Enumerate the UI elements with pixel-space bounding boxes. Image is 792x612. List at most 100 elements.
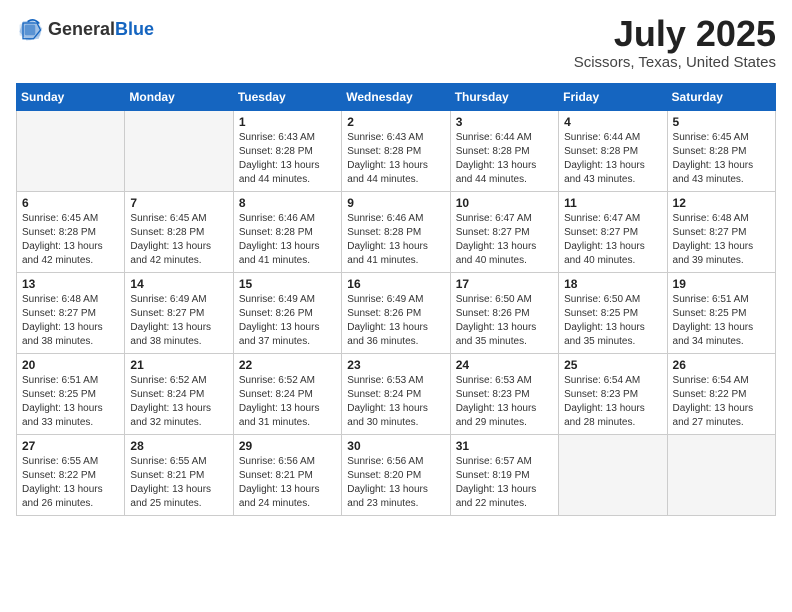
day-number: 20 xyxy=(22,358,119,372)
cell-info: Sunrise: 6:47 AM Sunset: 8:27 PM Dayligh… xyxy=(456,212,553,268)
day-number: 8 xyxy=(239,196,336,210)
calendar-cell: 7 Sunrise: 6:45 AM Sunset: 8:28 PM Daylig… xyxy=(125,192,233,273)
cell-info: Sunrise: 6:51 AM Sunset: 8:25 PM Dayligh… xyxy=(22,374,119,430)
weekday-header: Wednesday xyxy=(342,84,450,111)
calendar-week-row: 20 Sunrise: 6:51 AM Sunset: 8:25 PM Dayli… xyxy=(17,354,776,435)
calendar-cell: 8 Sunrise: 6:46 AM Sunset: 8:28 PM Daylig… xyxy=(233,192,341,273)
day-number: 24 xyxy=(456,358,553,372)
calendar-cell: 6 Sunrise: 6:45 AM Sunset: 8:28 PM Daylig… xyxy=(17,192,125,273)
day-number: 25 xyxy=(564,358,661,372)
day-number: 1 xyxy=(239,115,336,129)
calendar-cell: 26 Sunrise: 6:54 AM Sunset: 8:22 PM Dayli… xyxy=(667,354,775,435)
day-number: 7 xyxy=(130,196,227,210)
location: Scissors, Texas, United States xyxy=(574,54,776,71)
weekday-header: Monday xyxy=(125,84,233,111)
title-block: July 2025 Scissors, Texas, United States xyxy=(574,16,776,71)
calendar-cell: 19Sunrise: 6:51 AM Sunset: 8:25 PM Dayli… xyxy=(667,273,775,354)
calendar-cell: 10 Sunrise: 6:47 AM Sunset: 8:27 PM Dayli… xyxy=(450,192,558,273)
calendar-cell: 25 Sunrise: 6:54 AM Sunset: 8:23 PM Dayli… xyxy=(559,354,667,435)
calendar-cell: 29 Sunrise: 6:56 AM Sunset: 8:21 PM Dayli… xyxy=(233,435,341,516)
calendar-cell: 1Sunrise: 6:43 AM Sunset: 8:28 PM Daylig… xyxy=(233,111,341,192)
cell-info: Sunrise: 6:52 AM Sunset: 8:24 PM Dayligh… xyxy=(130,374,227,430)
calendar-week-row: 1 Sunrise: 6:43 AM Sunset: 8:28 PM Daylig… xyxy=(17,111,776,192)
day-number: 29 xyxy=(239,439,336,453)
weekday-header: Thursday xyxy=(450,84,558,111)
day-number: 21 xyxy=(130,358,227,372)
calendar-cell: 31 Sunrise: 6:57 AM Sunset: 8:19 PM Dayli… xyxy=(450,435,558,516)
cell-info: Sunrise: 6:44 AM Sunset: 8:28 PM Dayligh… xyxy=(564,131,661,187)
day-number: 6 xyxy=(22,196,119,210)
calendar-week-row: 27 Sunrise: 6:55 AM Sunset: 8:22 PM Dayli… xyxy=(17,435,776,516)
cell-info: Sunrise: 6:55 AM Sunset: 8:22 PM Dayligh… xyxy=(22,455,119,511)
day-number: 9 xyxy=(347,196,444,210)
day-number: 5 xyxy=(673,115,770,129)
cell-info: Sunrise: 6:48 AM Sunset: 8:27 PM Dayligh… xyxy=(673,212,770,268)
day-number: 14 xyxy=(130,277,227,291)
weekday-header: Tuesday xyxy=(233,84,341,111)
day-number: 17 xyxy=(456,277,553,291)
cell-info: Sunrise: 6:52 AM Sunset: 8:24 PM Dayligh… xyxy=(239,374,336,430)
day-number: 26 xyxy=(673,358,770,372)
calendar-cell: 11 Sunrise: 6:47 AM Sunset: 8:27 PM Dayli… xyxy=(559,192,667,273)
calendar-cell xyxy=(17,111,125,192)
calendar-cell: 12 Sunrise: 6:48 AM Sunset: 8:27 PM Dayli… xyxy=(667,192,775,273)
cell-info: Sunrise: 6:54 AM Sunset: 8:22 PM Dayligh… xyxy=(673,374,770,430)
day-number: 27 xyxy=(22,439,119,453)
calendar-table: SundayMondayTuesdayWednesdayThursdayFrid… xyxy=(16,83,776,516)
month-title: July 2025 xyxy=(574,16,776,52)
day-number: 12 xyxy=(673,196,770,210)
logo: General Blue xyxy=(16,16,154,44)
weekday-header: Saturday xyxy=(667,84,775,111)
day-number: 3 xyxy=(456,115,553,129)
day-number: 13 xyxy=(22,277,119,291)
calendar-cell: 5Sunrise: 6:45 AM Sunset: 8:28 PM Daylig… xyxy=(667,111,775,192)
cell-info: Sunrise: 6:49 AM Sunset: 8:26 PM Dayligh… xyxy=(239,293,336,349)
calendar-cell xyxy=(125,111,233,192)
calendar-cell: 16 Sunrise: 6:49 AM Sunset: 8:26 PM Dayli… xyxy=(342,273,450,354)
calendar-week-row: 6 Sunrise: 6:45 AM Sunset: 8:28 PM Daylig… xyxy=(17,192,776,273)
day-number: 19 xyxy=(673,277,770,291)
calendar-cell: 30Sunrise: 6:56 AM Sunset: 8:20 PM Dayli… xyxy=(342,435,450,516)
day-number: 10 xyxy=(456,196,553,210)
cell-info: Sunrise: 6:53 AM Sunset: 8:23 PM Dayligh… xyxy=(456,374,553,430)
day-number: 16 xyxy=(347,277,444,291)
cell-info: Sunrise: 6:49 AM Sunset: 8:26 PM Dayligh… xyxy=(347,293,444,349)
weekday-header: Friday xyxy=(559,84,667,111)
day-number: 11 xyxy=(564,196,661,210)
logo-text: General Blue xyxy=(48,20,154,40)
page-header: General Blue July 2025 Scissors, Texas, … xyxy=(16,16,776,71)
cell-info: Sunrise: 6:46 AM Sunset: 8:28 PM Dayligh… xyxy=(239,212,336,268)
day-number: 15 xyxy=(239,277,336,291)
day-number: 22 xyxy=(239,358,336,372)
calendar-cell: 24 Sunrise: 6:53 AM Sunset: 8:23 PM Dayli… xyxy=(450,354,558,435)
day-number: 2 xyxy=(347,115,444,129)
cell-info: Sunrise: 6:50 AM Sunset: 8:25 PM Dayligh… xyxy=(564,293,661,349)
cell-info: Sunrise: 6:44 AM Sunset: 8:28 PM Dayligh… xyxy=(456,131,553,187)
cell-info: Sunrise: 6:45 AM Sunset: 8:28 PM Dayligh… xyxy=(22,212,119,268)
cell-info: Sunrise: 6:53 AM Sunset: 8:24 PM Dayligh… xyxy=(347,374,444,430)
day-number: 23 xyxy=(347,358,444,372)
cell-info: Sunrise: 6:50 AM Sunset: 8:26 PM Dayligh… xyxy=(456,293,553,349)
cell-info: Sunrise: 6:47 AM Sunset: 8:27 PM Dayligh… xyxy=(564,212,661,268)
day-number: 31 xyxy=(456,439,553,453)
day-number: 4 xyxy=(564,115,661,129)
weekday-header: Sunday xyxy=(17,84,125,111)
calendar-cell: 15 Sunrise: 6:49 AM Sunset: 8:26 PM Dayli… xyxy=(233,273,341,354)
calendar-cell: 13Sunrise: 6:48 AM Sunset: 8:27 PM Dayli… xyxy=(17,273,125,354)
cell-info: Sunrise: 6:56 AM Sunset: 8:21 PM Dayligh… xyxy=(239,455,336,511)
day-number: 18 xyxy=(564,277,661,291)
cell-info: Sunrise: 6:49 AM Sunset: 8:27 PM Dayligh… xyxy=(130,293,227,349)
weekday-header-row: SundayMondayTuesdayWednesdayThursdayFrid… xyxy=(17,84,776,111)
cell-info: Sunrise: 6:43 AM Sunset: 8:28 PM Dayligh… xyxy=(347,131,444,187)
calendar-cell: 9Sunrise: 6:46 AM Sunset: 8:28 PM Daylig… xyxy=(342,192,450,273)
cell-info: Sunrise: 6:45 AM Sunset: 8:28 PM Dayligh… xyxy=(130,212,227,268)
cell-info: Sunrise: 6:57 AM Sunset: 8:19 PM Dayligh… xyxy=(456,455,553,511)
logo-icon xyxy=(16,16,44,44)
calendar-cell: 27 Sunrise: 6:55 AM Sunset: 8:22 PM Dayli… xyxy=(17,435,125,516)
calendar-week-row: 13Sunrise: 6:48 AM Sunset: 8:27 PM Dayli… xyxy=(17,273,776,354)
cell-info: Sunrise: 6:54 AM Sunset: 8:23 PM Dayligh… xyxy=(564,374,661,430)
cell-info: Sunrise: 6:55 AM Sunset: 8:21 PM Dayligh… xyxy=(130,455,227,511)
calendar-cell: 20 Sunrise: 6:51 AM Sunset: 8:25 PM Dayli… xyxy=(17,354,125,435)
calendar-cell: 21 Sunrise: 6:52 AM Sunset: 8:24 PM Dayli… xyxy=(125,354,233,435)
cell-info: Sunrise: 6:56 AM Sunset: 8:20 PM Dayligh… xyxy=(347,455,444,511)
